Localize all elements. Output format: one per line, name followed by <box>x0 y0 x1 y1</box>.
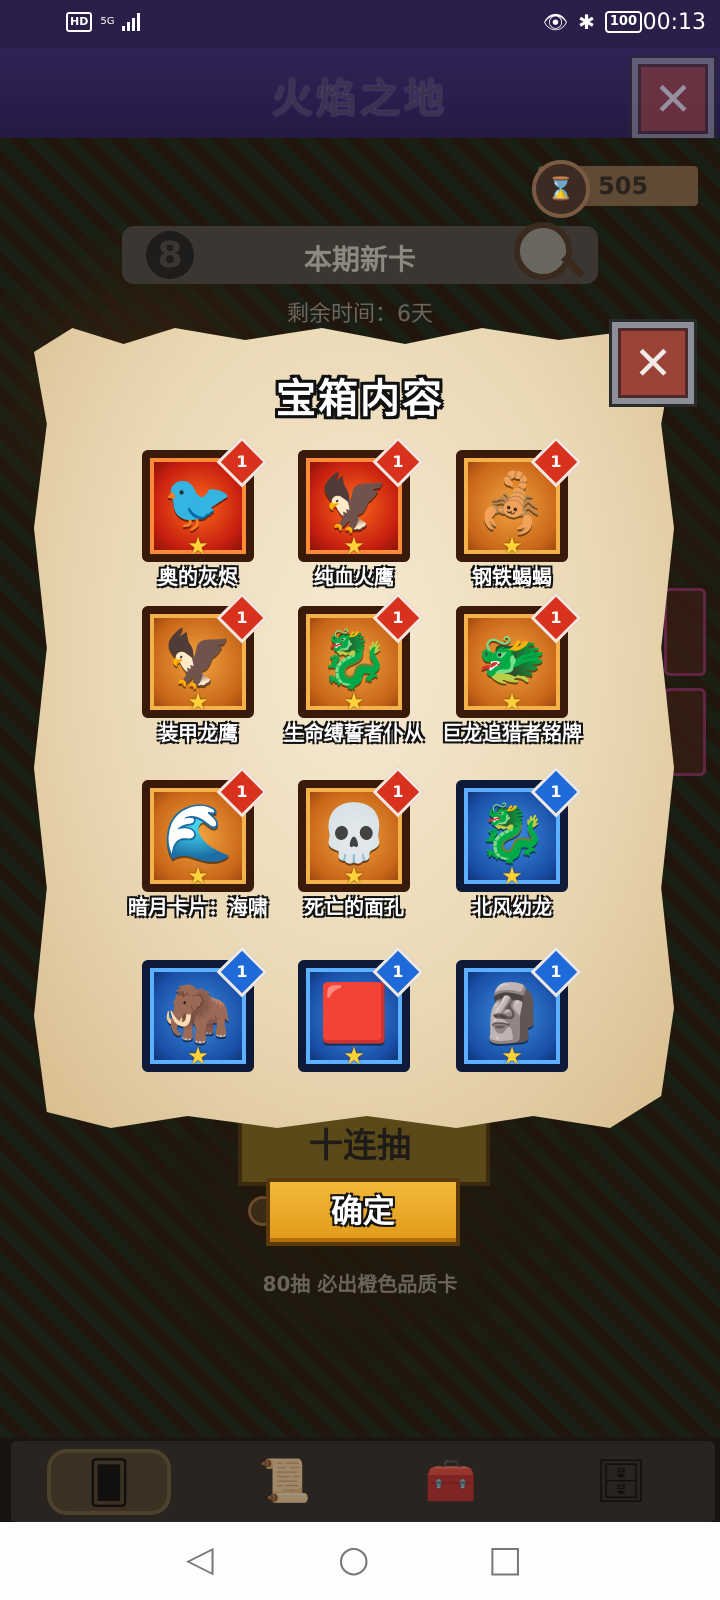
card-level: 1 <box>392 452 404 471</box>
card-level: 1 <box>550 452 562 471</box>
clock: 00:13 <box>642 10 706 35</box>
card-frame: 🦅 1 ★ <box>142 592 268 718</box>
close-button[interactable]: ✕ <box>632 58 714 140</box>
star-icon: ★ <box>501 688 523 716</box>
card-frame: 🐦 1 ★ <box>142 436 268 562</box>
nav-card-deck[interactable]: 🂠 <box>47 1449 171 1515</box>
confirm-label: 确定 <box>330 1192 395 1230</box>
page-title: 火焰之地 <box>272 76 448 122</box>
card-level: 1 <box>392 608 404 627</box>
card-level: 1 <box>550 962 562 981</box>
card-name: 钢铁蝎蝎 <box>472 565 552 589</box>
shelf-icon: 🗄 <box>594 1456 648 1505</box>
nav-treasure-chest[interactable]: 🧰 <box>401 1447 501 1515</box>
game-bottom-nav: 🂠 📜 🧰 🗄 <box>8 1438 718 1526</box>
card-frame: 🗿 1 ★ <box>456 946 582 1072</box>
star-icon: ★ <box>501 862 523 890</box>
card-frame: 🦂 1 ★ <box>456 436 582 562</box>
card-frame: 🐲 1 ★ <box>456 592 582 718</box>
card-level: 1 <box>392 782 404 801</box>
card-frame: 🌊 1 ★ <box>142 766 268 892</box>
reward-card[interactable]: 🦂 1 ★ 钢铁蝎蝎 <box>456 436 582 588</box>
hd-indicator: HD <box>66 12 93 32</box>
card-level: 1 <box>236 608 248 627</box>
network-type: 5G <box>100 16 115 27</box>
card-frame: 💀 1 ★ <box>298 766 424 892</box>
status-bar: HD 5G 👁 ✱ 100 00:13 <box>0 0 720 48</box>
bluetooth-icon: ✱ <box>578 10 595 34</box>
system-nav-bar: ◁ ○ □ <box>0 1522 720 1600</box>
star-icon: ★ <box>343 532 365 560</box>
side-card-glimpse <box>664 588 706 676</box>
reward-card[interactable]: 🦅 1 ★ 装甲龙鹰 <box>142 592 268 744</box>
reward-card[interactable]: 🐦 1 ★ 奥的灰烬 <box>142 436 268 588</box>
card-name: 奥的灰烬 <box>158 565 238 589</box>
currency-value: 505 <box>598 172 649 200</box>
signal-icon <box>122 13 141 31</box>
battery-indicator: 100 <box>604 11 642 33</box>
reward-card[interactable]: 🐉 1 ★ 生命缚誓者仆从 <box>284 592 424 744</box>
card-level: 1 <box>236 452 248 471</box>
star-icon: ★ <box>343 862 365 890</box>
reward-card[interactable]: 🟥 1 ★ <box>298 946 424 1076</box>
eye-icon: 👁 <box>542 10 569 34</box>
currency-counter: ⌛ 505 <box>532 160 698 218</box>
star-icon: ★ <box>343 688 365 716</box>
treasure-chest-icon: 🧰 <box>424 1456 478 1505</box>
reward-card[interactable]: 🗿 1 ★ <box>456 946 582 1076</box>
game-header: 火焰之地 ✕ <box>0 48 720 140</box>
reward-card[interactable]: 🐲 1 ★ 巨龙追猎者铭牌 <box>442 592 582 744</box>
card-name: 北风幼龙 <box>472 895 552 919</box>
close-icon: ✕ <box>633 336 673 390</box>
card-frame: 🐉 1 ★ <box>456 766 582 892</box>
card-frame: 🐉 1 ★ <box>298 592 424 718</box>
star-icon: ★ <box>187 688 209 716</box>
star-icon: ★ <box>343 1042 365 1070</box>
star-icon: ★ <box>501 532 523 560</box>
guarantee-note: 80抽 必出橙色品质卡 <box>262 1272 458 1296</box>
star-icon: ★ <box>187 532 209 560</box>
card-level: 1 <box>236 782 248 801</box>
card-name: 装甲龙鹰 <box>158 721 238 745</box>
card-name: 死亡的面孔 <box>304 895 404 919</box>
star-icon: ★ <box>501 1042 523 1070</box>
card-name: 巨龙追猎者铭牌 <box>442 721 582 745</box>
card-level: 1 <box>550 608 562 627</box>
search-icon[interactable] <box>514 222 572 280</box>
recents-button[interactable]: □ <box>488 1540 522 1580</box>
back-button[interactable]: ◁ <box>186 1540 214 1580</box>
reward-card[interactable]: 🦅 1 ★ 纯血火鹰 <box>298 436 424 588</box>
modal-close-button[interactable]: ✕ <box>612 322 694 404</box>
reward-card[interactable]: 💀 1 ★ 死亡的面孔 <box>298 766 424 918</box>
nav-shelf[interactable]: 🗄 <box>571 1447 671 1515</box>
hourglass-coin-icon: ⌛ <box>532 160 590 218</box>
star-icon: ★ <box>187 862 209 890</box>
card-frame: 🟥 1 ★ <box>298 946 424 1072</box>
reward-card[interactable]: 🐉 1 ★ 北风幼龙 <box>456 766 582 918</box>
home-button[interactable]: ○ <box>338 1540 369 1580</box>
card-frame: 🦅 1 ★ <box>298 436 424 562</box>
reward-card[interactable]: 🌊 1 ★ 暗月卡片：海啸 <box>128 766 268 918</box>
card-level: 1 <box>236 962 248 981</box>
close-icon: ✕ <box>653 72 693 126</box>
card-name: 暗月卡片：海啸 <box>128 895 268 919</box>
card-deck-icon: 🂠 <box>87 1457 131 1507</box>
card-name: 生命缚誓者仆从 <box>284 721 424 745</box>
card-name: 纯血火鹰 <box>314 565 394 589</box>
quest-scroll-icon: 📜 <box>258 1456 312 1505</box>
star-icon: ★ <box>187 1042 209 1070</box>
card-frame: 🦣 1 ★ <box>142 946 268 1072</box>
reward-card[interactable]: 🦣 1 ★ <box>142 946 268 1076</box>
card-level: 1 <box>550 782 562 801</box>
card-level: 1 <box>392 962 404 981</box>
confirm-button[interactable]: 确定 <box>266 1178 460 1246</box>
nav-quest-scroll[interactable]: 📜 <box>235 1447 335 1515</box>
